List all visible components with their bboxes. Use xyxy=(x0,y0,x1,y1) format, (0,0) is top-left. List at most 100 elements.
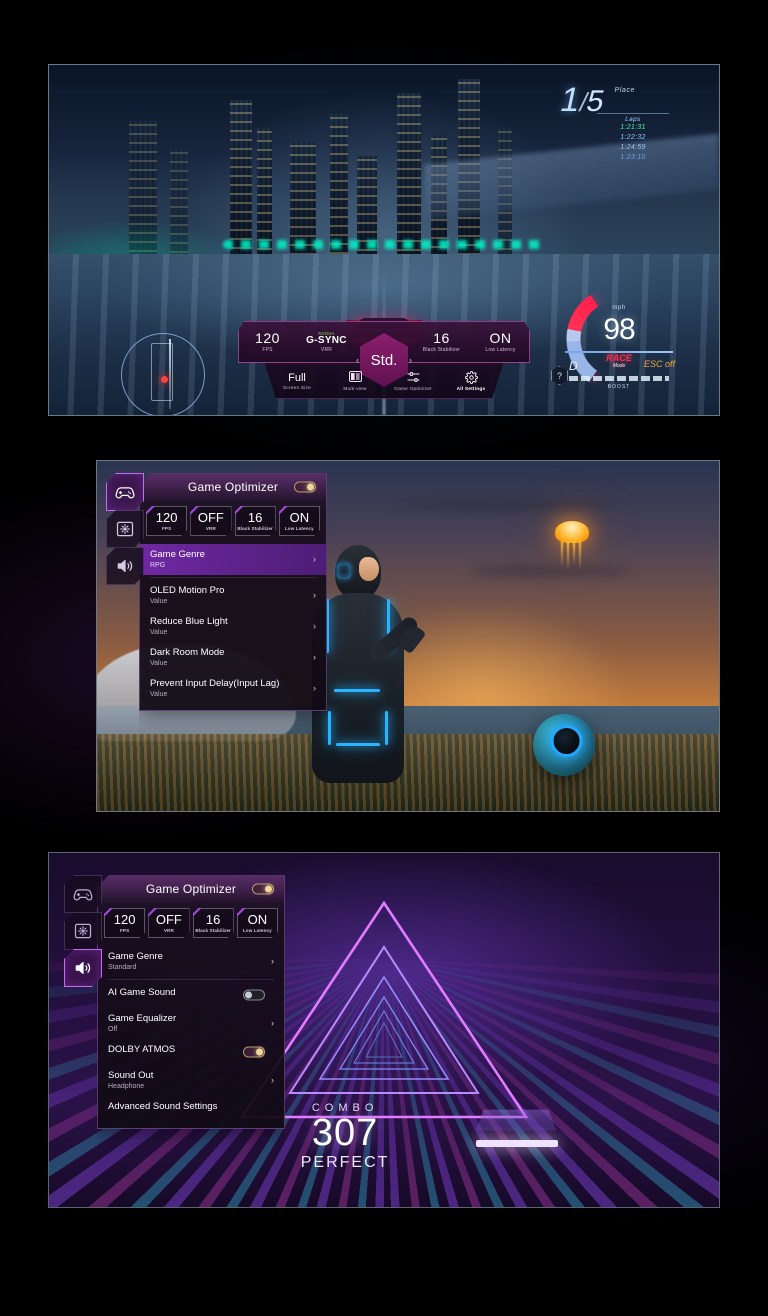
chip-label: VRR xyxy=(163,928,174,933)
chevron-right-icon: › xyxy=(271,956,274,967)
tv-panel-scifi: Game Optimizer 120 FPS OFF VRR 16 Black … xyxy=(96,460,720,812)
menu-header: Game Optimizer xyxy=(140,474,326,500)
game-optimizer-master-toggle[interactable] xyxy=(252,883,274,895)
menu-row-game-genre[interactable]: Game Genre RPG › xyxy=(140,544,326,575)
chip-black-stabilizer[interactable]: 16 Black Stabilizer xyxy=(193,908,234,938)
gear-indicator: D xyxy=(569,359,578,373)
stat-label: Black Stabilizer xyxy=(422,346,461,353)
creature-tentacle xyxy=(578,540,581,570)
game-bar-screen-size[interactable]: Full Screen Size xyxy=(269,372,325,391)
menu-row-prevent-input-delay[interactable]: Prevent Input Delay(Input Lag) Value › xyxy=(140,673,326,704)
chip-label: FPS xyxy=(120,928,130,933)
chip-label: FPS xyxy=(162,526,172,531)
chip-fps[interactable]: 120 FPS xyxy=(146,506,187,536)
menu-row-dark-room-mode[interactable]: Dark Room Mode Value › xyxy=(140,642,326,673)
gear-icon xyxy=(443,370,499,385)
row-label: OLED Motion Pro xyxy=(150,584,225,596)
game-optimizer-master-toggle[interactable] xyxy=(294,481,316,493)
row-label: Dark Room Mode xyxy=(150,646,225,658)
minimap-route-line xyxy=(169,339,171,409)
row-label: Prevent Input Delay(Input Lag) xyxy=(150,677,280,689)
game-bar-stat-low-latency[interactable]: ON Low Latency xyxy=(471,331,530,353)
game-bar-stat-black-stabilizer[interactable]: 16 Black Stabilizer xyxy=(412,331,471,353)
chip-value: ON xyxy=(289,510,310,525)
rail-item-speaker[interactable] xyxy=(64,949,102,987)
tv-panel-rhythm: COMBO 307 PERFECT Game Optimizer 120 FPS… xyxy=(48,852,720,1208)
menu-row-game-equalizer[interactable]: Game Equalizer Off › xyxy=(98,1008,284,1039)
game-bar[interactable]: 120 FPS NVIDIA G-SYNC VRR 16 Black Stabi… xyxy=(238,321,568,399)
lap-time: 1:21:31 xyxy=(620,124,646,131)
suit-light xyxy=(385,711,389,745)
chip-value: 120 xyxy=(155,510,178,525)
neon-guardrail xyxy=(223,240,545,249)
laps-label: Laps xyxy=(625,116,641,123)
chip-low-latency[interactable]: ON Low Latency xyxy=(279,506,320,536)
display-icon xyxy=(74,923,92,939)
character-hand xyxy=(396,622,427,655)
companion-drone xyxy=(532,714,595,776)
character-face xyxy=(359,557,380,581)
game-optimizer-label: Game Optimizer xyxy=(394,386,432,392)
game-bar-stat-vrr[interactable]: NVIDIA G-SYNC VRR xyxy=(297,331,356,354)
menu-title: Game Optimizer xyxy=(145,882,237,896)
row-value: Value xyxy=(150,597,168,605)
lap-times-hud: Laps 1:21:31 1:22:32 1:24:59 1:23:10 xyxy=(597,113,669,164)
menu-row-advanced-sound-settings[interactable]: Advanced Sound Settings xyxy=(98,1096,284,1122)
rail-item-speaker[interactable] xyxy=(106,547,144,585)
stat-label: VRR xyxy=(320,347,333,354)
character-headset xyxy=(337,563,352,579)
sliders-icon xyxy=(385,371,441,385)
menu-row-sound-out[interactable]: Sound Out Headphone › xyxy=(98,1065,284,1096)
game-optimizer-rail xyxy=(105,473,145,585)
game-bar-stat-fps[interactable]: 120 FPS xyxy=(238,331,297,353)
chip-fps[interactable]: 120 FPS xyxy=(104,908,145,938)
rail-item-gamepad[interactable] xyxy=(64,875,102,913)
chevron-right-icon: › xyxy=(271,1018,274,1029)
drive-mode-value: RACE xyxy=(606,353,632,363)
menu-row-oled-motion-pro[interactable]: OLED Motion Pro Value › xyxy=(140,580,326,611)
stat-value: ON xyxy=(489,330,512,347)
suit-light xyxy=(334,689,381,692)
row-value: Standard xyxy=(108,963,137,971)
toggle-knob xyxy=(265,885,272,893)
suit-light xyxy=(328,711,332,745)
chip-black-stabilizer[interactable]: 16 Black Stabilizer xyxy=(235,506,276,536)
menu-row-game-genre[interactable]: Game Genre Standard › xyxy=(98,946,284,977)
chip-value: ON xyxy=(247,912,268,927)
chip-value: 120 xyxy=(113,912,136,927)
minimap: 02:19 xyxy=(121,333,205,415)
multiview-icon xyxy=(327,370,383,385)
game-optimizer-menu-sound: Game Optimizer 120 FPS OFF VRR 16 Black … xyxy=(97,875,285,1129)
combo-value: 307 xyxy=(311,1111,379,1154)
stat-label: Low Latency xyxy=(485,346,516,353)
game-bar-all-settings[interactable]: All Settings xyxy=(443,370,499,392)
chevron-right-icon: › xyxy=(313,554,316,565)
menu-divider xyxy=(150,576,316,578)
row-label: Reduce Blue Light xyxy=(150,615,228,627)
row-value: RPG xyxy=(150,561,166,569)
minimap-player-dot xyxy=(161,376,168,383)
menu-row-dolby-atmos[interactable]: DOLBY ATMOS xyxy=(98,1039,284,1065)
game-bar-multiview[interactable]: Multi-view xyxy=(327,370,383,392)
rail-item-gamepad[interactable] xyxy=(106,473,144,511)
chip-vrr[interactable]: OFF VRR xyxy=(148,908,189,938)
game-bar-game-optimizer[interactable]: Game Optimizer xyxy=(385,371,441,392)
stat-label: FPS xyxy=(262,346,273,353)
row-value: Value xyxy=(150,690,168,698)
chip-label: Low Latency xyxy=(284,526,314,531)
stat-value: 120 xyxy=(255,330,280,347)
menu-row-reduce-blue-light[interactable]: Reduce Blue Light Value › xyxy=(140,611,326,642)
drone-lens xyxy=(550,725,583,758)
chip-vrr[interactable]: OFF VRR xyxy=(190,506,231,536)
speedometer-hud: mph 98 RACE Mode D ESC off BOOST xyxy=(559,279,679,399)
all-settings-label: All Settings xyxy=(456,386,486,392)
menu-row-ai-game-sound[interactable]: AI Game Sound xyxy=(98,982,284,1008)
toggle-knob xyxy=(307,483,314,491)
rail-item-display[interactable] xyxy=(64,912,102,950)
creature-tentacle xyxy=(572,540,575,565)
building xyxy=(330,114,349,261)
toggle-knob xyxy=(256,1048,263,1056)
chevron-right-icon: › xyxy=(271,1075,274,1086)
rail-item-display[interactable] xyxy=(106,510,144,548)
chip-low-latency[interactable]: ON Low Latency xyxy=(237,908,278,938)
